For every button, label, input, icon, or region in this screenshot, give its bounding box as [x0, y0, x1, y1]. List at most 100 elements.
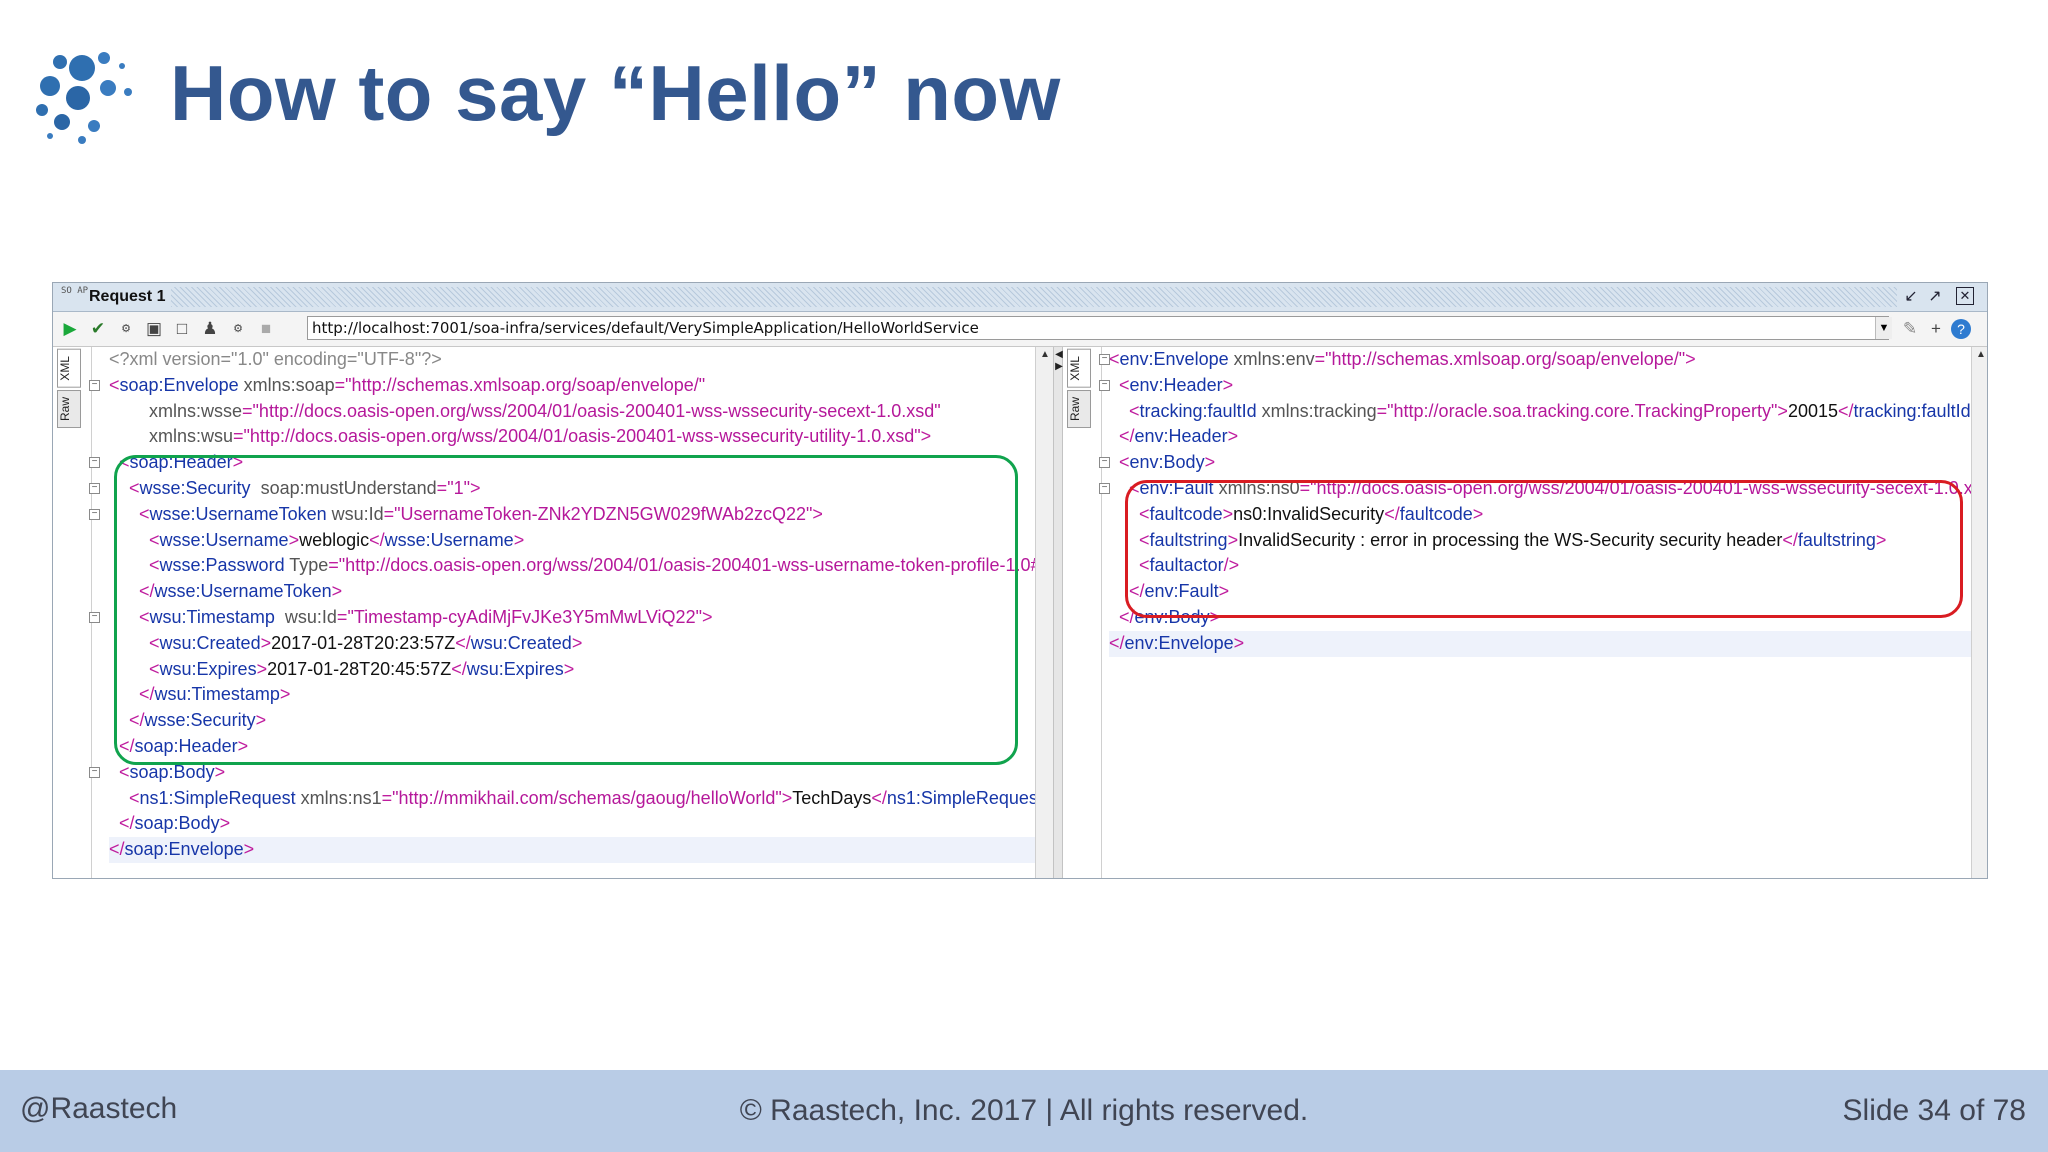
- code-token: <: [1109, 349, 1120, 369]
- tab-raw[interactable]: Raw: [57, 389, 81, 428]
- submit-request-icon[interactable]: ▶: [59, 318, 81, 340]
- create-ws-icon[interactable]: ⚙: [115, 318, 137, 340]
- code-line: xmlns:wsse="http://docs.oasis-open.org/w…: [109, 399, 1053, 425]
- code-line: <soap:Envelope xmlns:soap="http://schema…: [109, 373, 1053, 399]
- tab-raw[interactable]: Raw: [1067, 389, 1091, 428]
- code-token: >: [243, 839, 255, 860]
- request-toolbar: ▶ ✔ ⚙ ▣ □ ♟ ⚙ ■ http://localhost:7001/so…: [53, 312, 1987, 347]
- soap-icon: SO AP: [61, 286, 89, 296]
- code-token: >: [1204, 452, 1216, 473]
- code-token: tracking:faultId: [1139, 400, 1257, 421]
- edit-endpoint-icon[interactable]: ✎: [1899, 318, 1921, 340]
- request-view-tabs: XML Raw: [57, 349, 83, 430]
- wsdl-icon[interactable]: ⚙: [227, 318, 249, 340]
- code-token: env:Envelope: [1124, 632, 1234, 653]
- fold-toggle-icon[interactable]: −: [89, 766, 100, 778]
- add-icon[interactable]: +: [1925, 318, 1947, 340]
- request-scrollbar[interactable]: ▲: [1035, 347, 1053, 878]
- code-token: =: [381, 787, 393, 808]
- code-token: >: [1233, 632, 1245, 653]
- slide-footer: @Raastech © Raastech, Inc. 2017 | All ri…: [0, 1070, 2048, 1152]
- chevron-down-icon[interactable]: ▼: [1875, 317, 1892, 339]
- fold-toggle-icon[interactable]: −: [89, 457, 100, 469]
- code-token: >: [1227, 426, 1239, 447]
- code-token: >: [1685, 349, 1696, 369]
- code-line: </env:Header>: [1109, 424, 1987, 450]
- code-token: xmlns:tracking: [1256, 400, 1377, 421]
- footer-copyright: © Raastech, Inc. 2017 | All rights reser…: [739, 1094, 1309, 1127]
- code-token: soap:Envelope: [124, 839, 244, 860]
- code-token: xmlns:wsu: [109, 426, 234, 447]
- code-line: </soap:Envelope>: [109, 837, 1053, 863]
- code-token: xmlns:wsse: [109, 400, 243, 421]
- code-token: xmlns:env: [1228, 349, 1315, 369]
- tab-xml[interactable]: XML: [1067, 349, 1091, 388]
- minimize-icon[interactable]: ↙: [1901, 287, 1921, 307]
- code-token: 20015: [1787, 400, 1838, 421]
- code-token: </: [1838, 400, 1854, 421]
- code-token: >: [219, 813, 231, 834]
- code-line: <env:Envelope xmlns:env="http://schemas.…: [1109, 347, 1987, 373]
- code-token: <?xml version="1.0" encoding="UTF-8"?>: [109, 349, 442, 369]
- soap-header-highlight: [114, 455, 1018, 765]
- fold-toggle-icon[interactable]: −: [89, 379, 100, 391]
- raastech-logo: [36, 52, 132, 144]
- cancel-icon[interactable]: □: [171, 318, 193, 340]
- fold-toggle-icon[interactable]: −: [89, 483, 100, 494]
- fold-toggle-icon[interactable]: −: [89, 612, 100, 623]
- code-token: </: [109, 813, 135, 834]
- tab-xml[interactable]: XML: [57, 349, 81, 388]
- code-token: env:Header: [1129, 374, 1223, 395]
- close-icon[interactable]: ✕: [1956, 287, 1974, 305]
- slide-number: Slide 34 of 78: [1842, 1094, 2026, 1127]
- code-token: </: [871, 787, 887, 808]
- window-title: Request 1: [89, 288, 166, 305]
- code-token: "http://docs.oasis-open.org/wss/2004/01/…: [243, 426, 921, 447]
- user-icon[interactable]: ♟: [199, 318, 221, 340]
- scroll-up-icon[interactable]: ▲: [1972, 349, 1987, 360]
- code-token: </: [1109, 426, 1135, 447]
- code-token: ns1:SimpleRequest: [139, 787, 296, 808]
- create-empty-icon[interactable]: ▣: [143, 318, 165, 340]
- code-token: </: [109, 839, 125, 860]
- code-line: <?xml version="1.0" encoding="UTF-8"?>: [109, 347, 1053, 373]
- fold-toggle-icon[interactable]: −: [89, 508, 100, 520]
- slide-title: How to say “Hello” now: [170, 49, 1061, 137]
- code-line: <env:Header>: [1109, 373, 1987, 399]
- scroll-up-icon[interactable]: ▲: [1036, 349, 1053, 360]
- code-token: =: [1376, 400, 1388, 421]
- code-line: xmlns:wsu="http://docs.oasis-open.org/ws…: [109, 424, 1053, 450]
- code-token: <: [1109, 400, 1140, 421]
- code-line: <ns1:SimpleRequest xmlns:ns1="http://mmi…: [109, 786, 1053, 812]
- code-token: "http://schemas.xmlsoap.org/soap/envelop…: [345, 374, 706, 395]
- code-token: >: [920, 426, 932, 447]
- code-token: >: [1777, 400, 1788, 421]
- titlebar-pattern: [171, 287, 1897, 307]
- code-token: "http://oracle.soa.tracking.core.Trackin…: [1387, 400, 1778, 421]
- code-token: "http://docs.oasis-open.org/wss/2004/01/…: [252, 400, 941, 421]
- code-line: </soap:Body>: [109, 811, 1053, 837]
- help-icon[interactable]: ?: [1951, 319, 1971, 339]
- fold-gutter: [1093, 347, 1102, 878]
- detach-icon[interactable]: ↗: [1925, 287, 1945, 307]
- code-token: env:Body: [1129, 452, 1205, 473]
- add-assertion-icon[interactable]: ✔: [87, 318, 109, 340]
- endpoint-url-field[interactable]: http://localhost:7001/soa-infra/services…: [307, 316, 1889, 340]
- code-token: <: [1109, 452, 1130, 473]
- code-token: <: [109, 374, 120, 395]
- code-token: =: [334, 374, 346, 395]
- response-scrollbar[interactable]: ▲: [1971, 347, 1987, 878]
- stop-icon[interactable]: ■: [255, 318, 277, 340]
- code-token: xmlns:ns1: [295, 787, 382, 808]
- code-token: >: [781, 787, 793, 808]
- split-divider[interactable]: ◀ ▶: [1053, 347, 1063, 878]
- code-line: <env:Body>: [1109, 450, 1987, 476]
- code-token: <: [109, 761, 130, 782]
- code-token: soap:Body: [134, 813, 220, 834]
- code-line: <tracking:faultId xmlns:tracking="http:/…: [1109, 399, 1987, 425]
- code-token: tracking:faultId: [1853, 400, 1971, 421]
- code-token: <: [1109, 374, 1130, 395]
- code-token: =: [1314, 349, 1326, 369]
- code-token: env:Envelope: [1119, 349, 1229, 369]
- code-token: =: [233, 426, 244, 447]
